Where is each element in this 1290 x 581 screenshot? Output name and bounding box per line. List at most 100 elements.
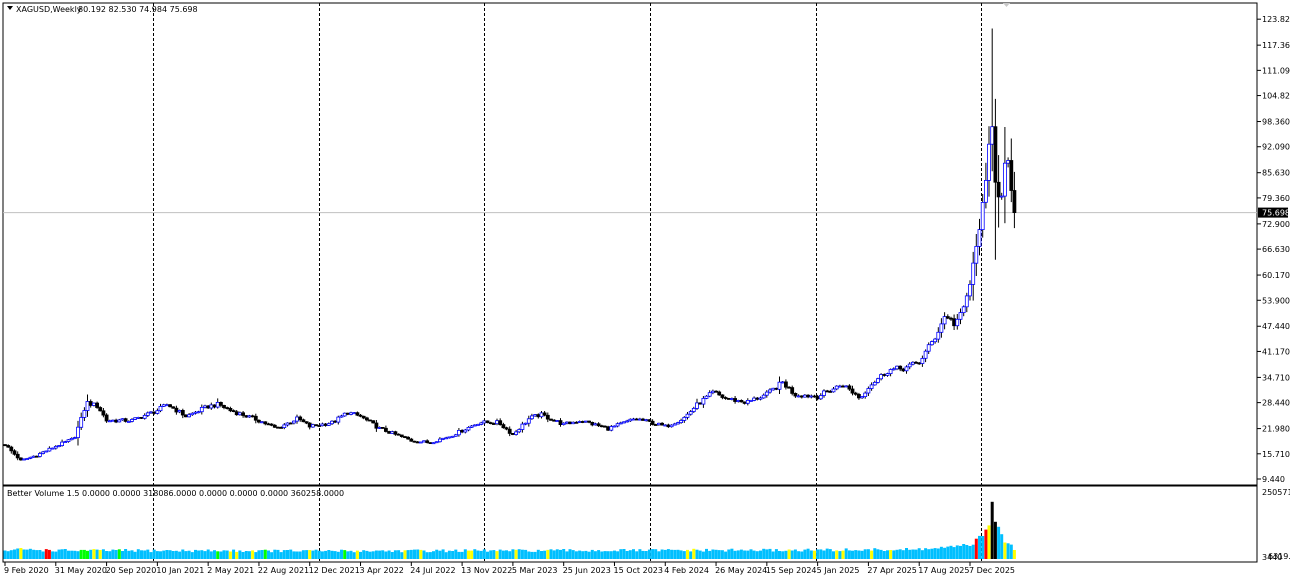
candle-body xyxy=(901,368,906,372)
candle-body xyxy=(749,399,753,402)
volume-bar xyxy=(692,548,696,559)
volume-bar xyxy=(546,549,550,559)
candle-body xyxy=(314,424,319,427)
xagusd-chart[interactable]: 123.820 117.360 111.090 104.820 98.360 92.090… xyxy=(0,0,1290,581)
volume-bar xyxy=(647,549,651,559)
candle-body xyxy=(333,420,338,423)
volume-bar xyxy=(739,549,743,559)
candle-body xyxy=(977,229,982,247)
volume-bar xyxy=(939,546,943,559)
volume-bar xyxy=(813,550,816,559)
candle-body xyxy=(520,423,525,430)
candle-body xyxy=(418,441,423,444)
candle xyxy=(749,399,753,402)
candle-body xyxy=(695,402,699,409)
candle xyxy=(18,457,23,461)
candle xyxy=(447,436,452,439)
candle-body xyxy=(472,424,477,427)
candle-body xyxy=(603,425,607,428)
last-price-label: 75.698 xyxy=(1262,209,1290,218)
volume-bar xyxy=(76,551,80,559)
candle-body xyxy=(336,416,341,423)
candle-body xyxy=(228,407,233,412)
volume-bar xyxy=(835,550,839,559)
volume-bar xyxy=(679,550,683,559)
candle-body xyxy=(679,419,683,423)
candle-body xyxy=(60,441,64,447)
price-tick-label: 117.360 xyxy=(1262,41,1290,50)
volume-bar xyxy=(917,548,921,559)
time-tick-label: 10 Jan 2021 xyxy=(156,566,204,575)
volume-bar xyxy=(870,550,874,559)
candle-body xyxy=(164,404,169,407)
candle-body xyxy=(12,450,17,455)
candle xyxy=(510,432,515,436)
volume-bar xyxy=(536,549,540,559)
volume-bar xyxy=(435,549,439,559)
volume-bar xyxy=(927,549,931,559)
volume-bar xyxy=(89,549,93,559)
candle xyxy=(412,440,417,443)
volume-bar xyxy=(301,550,305,559)
candle-body xyxy=(510,432,515,435)
candle-body xyxy=(761,394,766,399)
volume-bar xyxy=(603,551,607,559)
candle-body xyxy=(818,395,823,400)
volume-bar xyxy=(555,549,559,559)
volume-bar xyxy=(749,549,753,559)
volume-bar xyxy=(686,549,689,559)
candle-body xyxy=(380,426,385,429)
candle xyxy=(57,445,61,448)
candle-body xyxy=(431,442,436,445)
volume-bar xyxy=(352,552,356,559)
volume-bar xyxy=(790,550,794,559)
candle-body xyxy=(301,419,306,423)
candle xyxy=(431,442,436,445)
volume-bar xyxy=(32,549,36,559)
candle-body xyxy=(9,446,14,452)
candle-body xyxy=(914,361,918,364)
volume-bar xyxy=(997,526,1001,559)
candle-body xyxy=(136,416,141,419)
candle-body xyxy=(803,394,807,398)
candle-body xyxy=(53,445,58,449)
volume-bar xyxy=(784,550,788,559)
candle-body xyxy=(653,424,658,426)
candle-body xyxy=(707,392,712,397)
candle-body xyxy=(253,415,258,421)
time-tick-label: 24 Jul 2022 xyxy=(410,566,455,575)
volume-bar xyxy=(968,546,972,559)
volume-bar xyxy=(666,549,670,559)
volume-bar xyxy=(9,550,13,559)
candle-body xyxy=(593,423,598,426)
volume-bar xyxy=(527,551,531,559)
volume-bar xyxy=(1003,542,1007,559)
candle-body xyxy=(218,401,223,406)
candle xyxy=(771,387,776,391)
candle-body xyxy=(644,419,649,422)
volume-bar xyxy=(711,549,715,559)
candle-body xyxy=(326,423,331,426)
price-tick-label: 111.090 xyxy=(1262,66,1290,75)
volume-bar xyxy=(387,550,391,559)
volume-bar xyxy=(355,550,359,559)
volume-bar xyxy=(508,551,512,559)
candle-body xyxy=(501,424,506,429)
volume-bar xyxy=(486,551,489,559)
candle xyxy=(22,458,26,461)
volume-bar xyxy=(593,551,597,559)
candle-body xyxy=(1006,160,1010,164)
candle-body xyxy=(764,391,769,396)
candle-body xyxy=(120,418,125,421)
candle-body xyxy=(790,387,795,394)
candle-body xyxy=(92,402,96,406)
volume-bar xyxy=(854,550,858,559)
candle-body xyxy=(231,410,236,413)
candle-body xyxy=(364,417,369,421)
candle-body xyxy=(155,410,160,414)
candle-body xyxy=(374,422,379,429)
chart-window[interactable]: 123.820 117.360 111.090 104.820 98.360 92.090… xyxy=(0,0,1290,581)
candle-body xyxy=(641,418,645,421)
volume-bar xyxy=(571,550,575,559)
volume-bar xyxy=(959,545,962,559)
